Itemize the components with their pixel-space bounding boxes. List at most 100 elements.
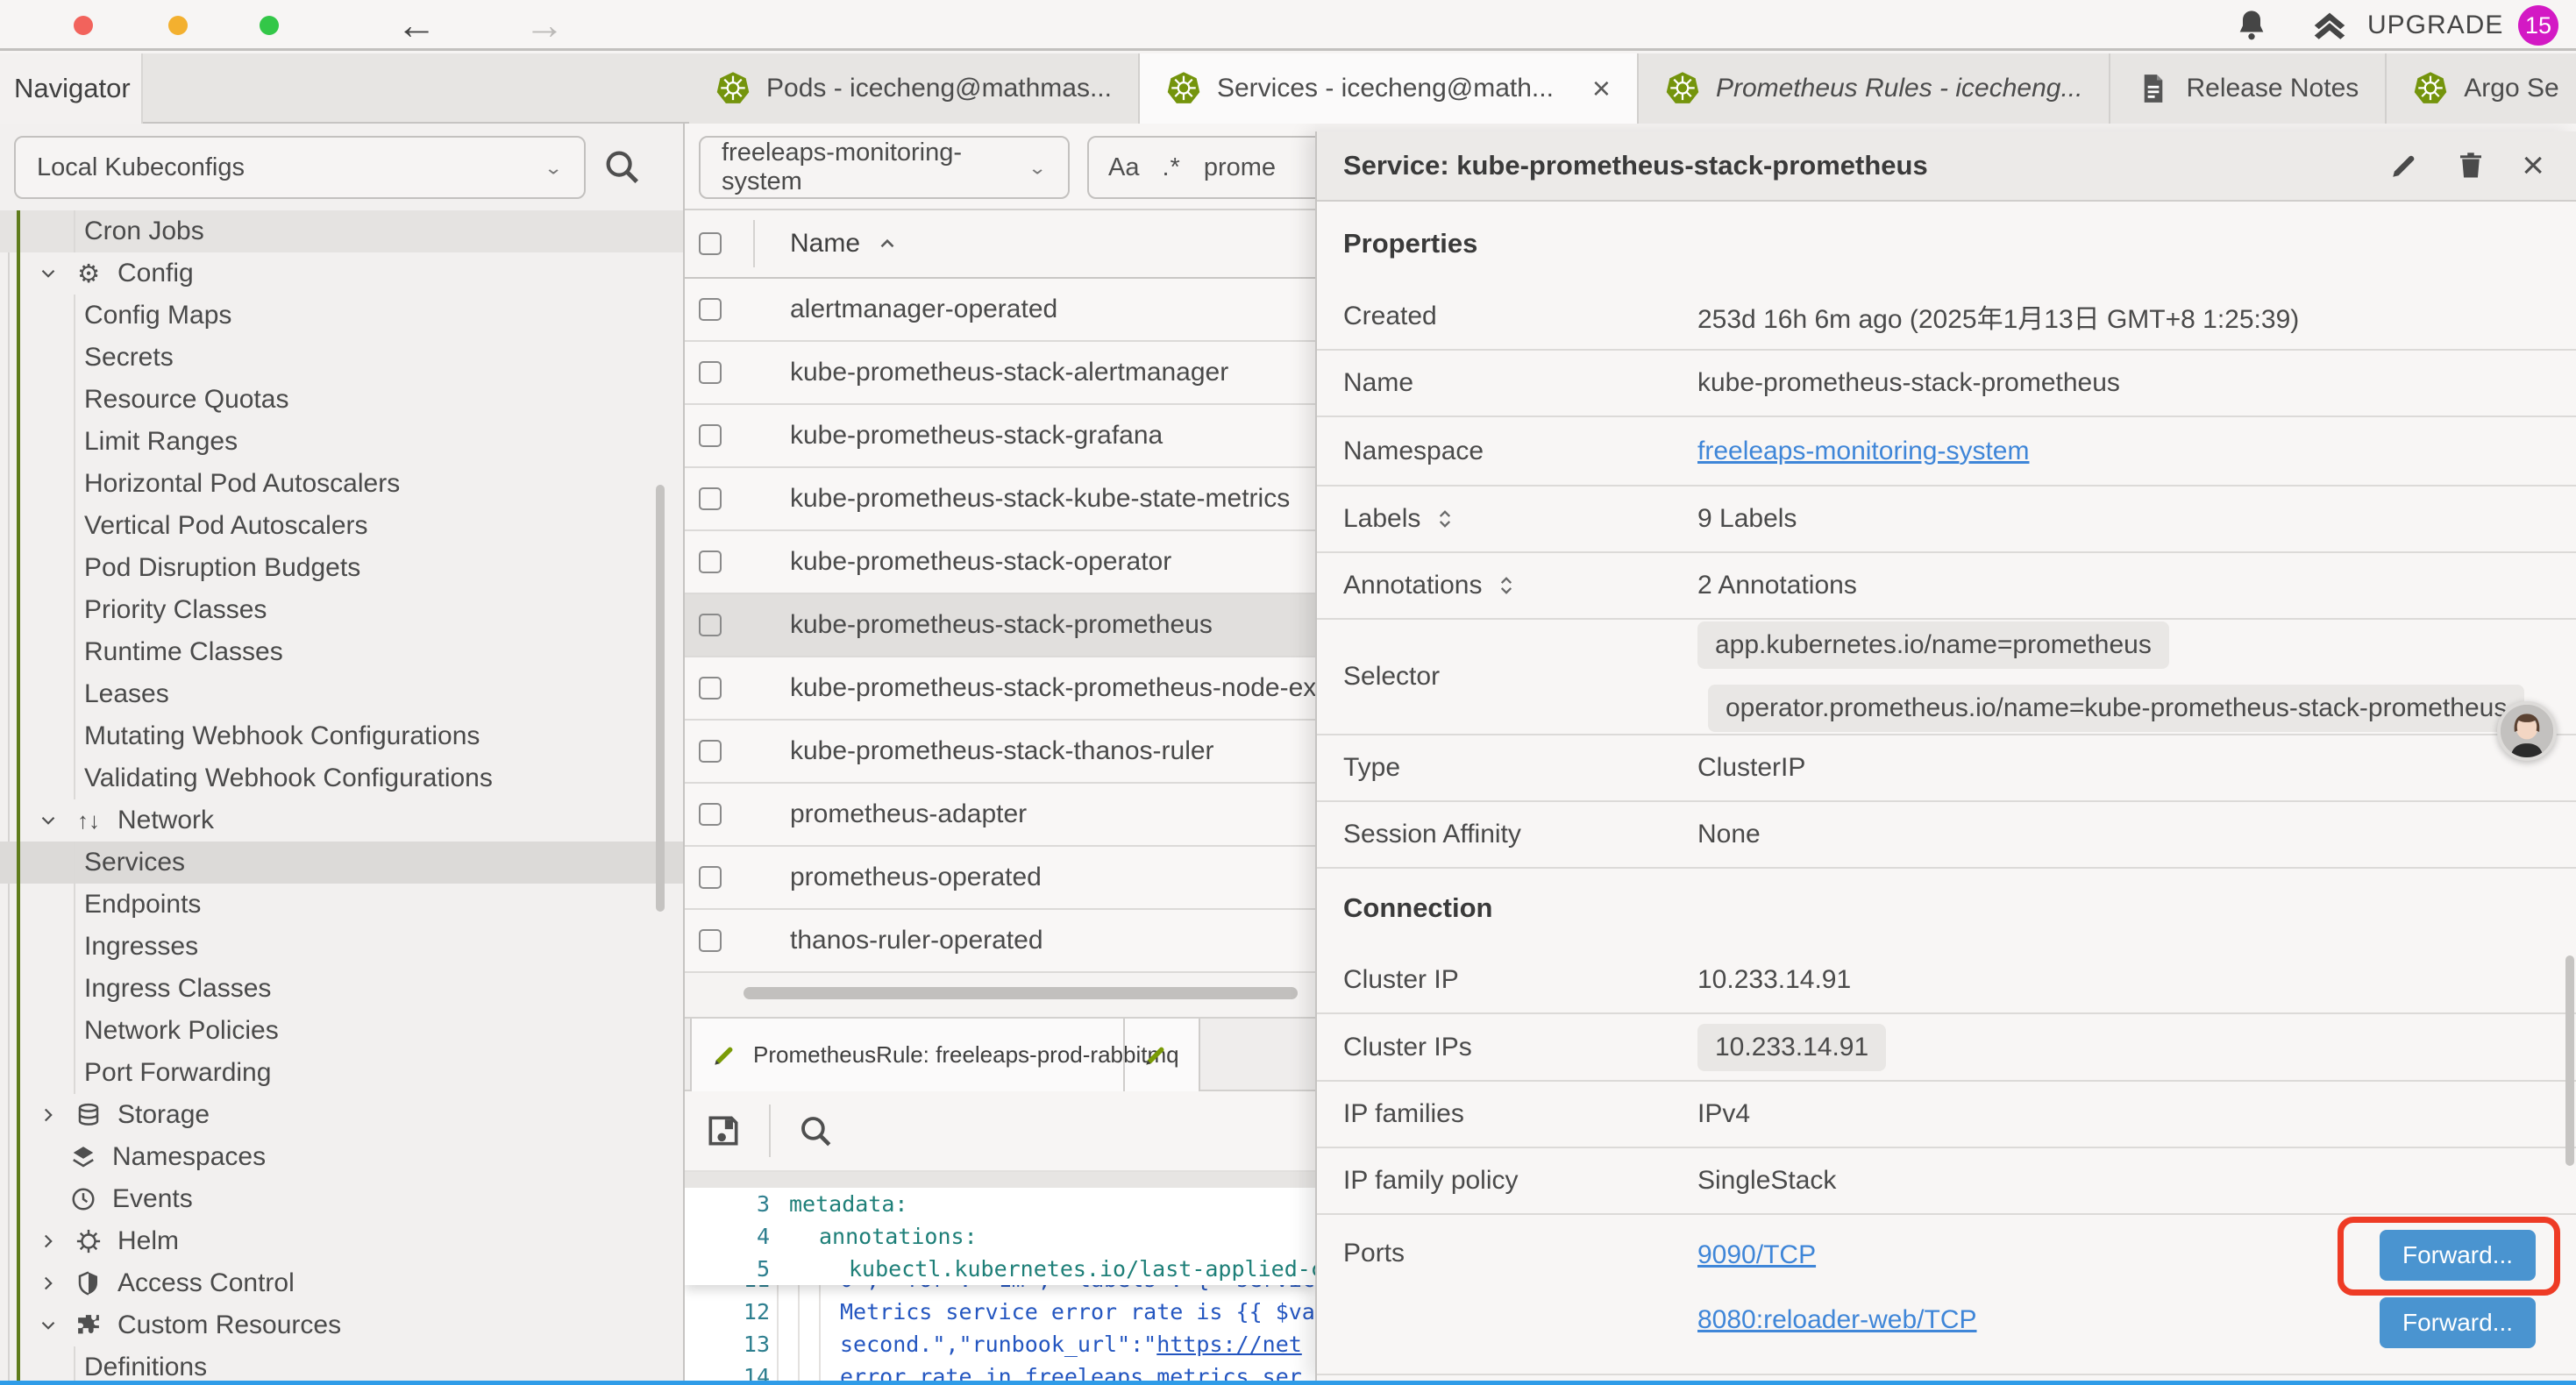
sidebar-item-horizontal-pod-autoscalers[interactable]: Horizontal Pod Autoscalers	[0, 463, 683, 505]
avatar[interactable]	[2497, 701, 2557, 761]
namespace-filter-select[interactable]: freeleaps-monitoring-system ⌄	[699, 136, 1070, 199]
sidebar-item-endpoints[interactable]: Endpoints	[0, 884, 683, 926]
sidebar-item-pod-disruption-budgets[interactable]: Pod Disruption Budgets	[0, 547, 683, 589]
row-checkbox[interactable]	[699, 487, 722, 510]
sidebar-item-network-policies[interactable]: Network Policies	[0, 1010, 683, 1052]
tab-pods-icecheng-mathmas[interactable]: Pods - icecheng@mathmas...	[689, 53, 1140, 124]
sort-ascending-icon[interactable]	[876, 232, 899, 255]
sidebar-search-icon[interactable]	[601, 146, 642, 187]
maximize-window-button[interactable]	[260, 16, 279, 35]
sidebar-item-leases[interactable]: Leases	[0, 673, 683, 715]
chevron-down-icon[interactable]	[37, 1314, 60, 1337]
sidebar-item-definitions[interactable]: Definitions	[0, 1346, 683, 1385]
sidebar-item-resource-quotas[interactable]: Resource Quotas	[0, 379, 683, 421]
list-search-box[interactable]: Aa .* prome	[1087, 136, 1315, 199]
editor-search-icon[interactable]	[797, 1112, 834, 1149]
horizontal-scrollbar[interactable]	[744, 987, 1298, 999]
save-icon[interactable]	[704, 1112, 743, 1150]
sidebar-item-ingresses[interactable]: Ingresses	[0, 926, 683, 968]
sidebar-item-secrets[interactable]: Secrets	[0, 337, 683, 379]
table-row-kube-prometheus-stack-operator[interactable]: kube-prometheus-stack-operator	[685, 531, 1315, 594]
table-row-kube-prometheus-stack-grafana[interactable]: kube-prometheus-stack-grafana	[685, 405, 1315, 468]
regex-toggle[interactable]: .*	[1162, 153, 1180, 182]
delete-trash-icon[interactable]	[2455, 150, 2487, 181]
tab-prometheus-rules-icecheng[interactable]: Prometheus Rules - icecheng...	[1639, 53, 2111, 124]
table-row-alertmanager-operated[interactable]: alertmanager-operated	[685, 279, 1315, 342]
table-row-kube-prometheus-stack-alertmanager[interactable]: kube-prometheus-stack-alertmanager	[685, 342, 1315, 405]
sidebar-item-runtime-classes[interactable]: Runtime Classes	[0, 631, 683, 673]
navigator-panel-tab[interactable]: Navigator	[0, 53, 143, 124]
sidebar-scrollbar[interactable]	[656, 485, 665, 912]
sidebar-item-label: Validating Webhook Configurations	[84, 764, 493, 793]
sidebar-item-helm[interactable]: Helm	[0, 1220, 683, 1262]
chevron-down-icon[interactable]	[37, 809, 60, 832]
notification-count-badge[interactable]: 15	[2518, 5, 2558, 46]
table-row-kube-prometheus-stack-prometheus-node-expor[interactable]: kube-prometheus-stack-prometheus-node-ex…	[685, 657, 1315, 721]
sidebar-item-storage[interactable]: Storage	[0, 1094, 683, 1136]
sidebar-item-validating-webhook-configurations[interactable]: Validating Webhook Configurations	[0, 757, 683, 799]
editor-tab-partial[interactable]	[1123, 1019, 1315, 1091]
sidebar-item-access-control[interactable]: Access Control	[0, 1262, 683, 1304]
forward-button-2[interactable]: Forward...	[2380, 1297, 2536, 1348]
sidebar-item-services[interactable]: Services	[0, 842, 683, 884]
sidebar-item-port-forwarding[interactable]: Port Forwarding	[0, 1052, 683, 1094]
tab-release-notes[interactable]: Release Notes	[2110, 53, 2387, 124]
chevron-right-icon[interactable]	[37, 1230, 60, 1253]
row-checkbox[interactable]	[699, 929, 722, 952]
case-sensitive-toggle[interactable]: Aa	[1108, 153, 1139, 182]
name-column-header[interactable]: Name	[790, 229, 899, 259]
table-row-prometheus-operated[interactable]: prometheus-operated	[685, 847, 1315, 910]
sidebar-item-namespaces[interactable]: Namespaces	[0, 1136, 683, 1178]
close-tab-icon[interactable]: ×	[1592, 70, 1611, 107]
chevron-right-icon[interactable]	[37, 1272, 60, 1295]
close-icon[interactable]: ×	[2522, 150, 2544, 181]
notifications-bell-icon[interactable]	[2234, 8, 2269, 43]
row-checkbox[interactable]	[699, 361, 722, 384]
port-link-9090-tcp[interactable]: 9090/TCP	[1697, 1239, 1816, 1271]
sort-updown-icon[interactable]	[1433, 507, 1457, 531]
sort-updown-icon[interactable]	[1494, 573, 1519, 598]
edit-pencil-icon[interactable]	[2388, 150, 2420, 181]
chevron-down-icon[interactable]	[37, 262, 60, 285]
sidebar-item-cron-jobs[interactable]: Cron Jobs	[0, 210, 683, 252]
row-checkbox[interactable]	[699, 866, 722, 889]
yaml-editor[interactable]: 110", "for": "1m", "labels": { "service"…	[685, 1188, 1315, 1381]
sidebar-item-custom-resources[interactable]: Custom Resources	[0, 1304, 683, 1346]
port-link-8080-reloader-web-tcp[interactable]: 8080:reloader-web/TCP	[1697, 1303, 1977, 1336]
row-checkbox[interactable]	[699, 424, 722, 447]
chevron-right-icon[interactable]	[37, 1104, 60, 1126]
sidebar-item-config-maps[interactable]: Config Maps	[0, 295, 683, 337]
minimize-window-button[interactable]	[168, 16, 188, 35]
table-row-kube-prometheus-stack-kube-state-metrics[interactable]: kube-prometheus-stack-kube-state-metrics	[685, 468, 1315, 531]
namespace-link[interactable]: freeleaps-monitoring-system	[1697, 437, 2029, 466]
row-checkbox[interactable]	[699, 803, 722, 826]
table-row-kube-prometheus-stack-thanos-ruler[interactable]: kube-prometheus-stack-thanos-ruler	[685, 721, 1315, 784]
search-input[interactable]: prome	[1204, 153, 1276, 182]
sidebar-item-ingress-classes[interactable]: Ingress Classes	[0, 968, 683, 1010]
sidebar-item-events[interactable]: Events	[0, 1178, 683, 1220]
sidebar-item-config[interactable]: ⚙Config	[0, 252, 683, 295]
table-row-prometheus-adapter[interactable]: prometheus-adapter	[685, 784, 1315, 847]
close-window-button[interactable]	[74, 16, 93, 35]
upgrade-chevrons-icon[interactable]	[2309, 6, 2350, 46]
table-row-thanos-ruler-operated[interactable]: thanos-ruler-operated	[685, 910, 1315, 973]
detail-scrollbar[interactable]	[2565, 955, 2574, 1166]
sidebar-item-mutating-webhook-configurations[interactable]: Mutating Webhook Configurations	[0, 715, 683, 757]
sidebar-item-priority-classes[interactable]: Priority Classes	[0, 589, 683, 631]
back-arrow-icon[interactable]: ←	[396, 0, 437, 50]
kubeconfig-selector[interactable]: Local Kubeconfigs ⌄	[14, 136, 586, 199]
row-checkbox[interactable]	[699, 740, 722, 763]
row-checkbox[interactable]	[699, 677, 722, 700]
tab-argo-se[interactable]: Argo Se	[2387, 53, 2576, 124]
sidebar-item-vertical-pod-autoscalers[interactable]: Vertical Pod Autoscalers	[0, 505, 683, 547]
tab-services-icecheng-math[interactable]: Services - icecheng@math...×	[1140, 53, 1639, 124]
sidebar-item-network[interactable]: ↑↓Network	[0, 799, 683, 842]
table-row-kube-prometheus-stack-prometheus[interactable]: kube-prometheus-stack-prometheus	[685, 594, 1315, 657]
select-all-checkbox[interactable]	[699, 232, 722, 255]
row-checkbox[interactable]	[699, 298, 722, 321]
row-checkbox[interactable]	[699, 614, 722, 636]
forward-arrow-icon[interactable]: →	[524, 0, 565, 50]
sidebar-item-limit-ranges[interactable]: Limit Ranges	[0, 421, 683, 463]
upgrade-label[interactable]: UPGRADE	[2367, 0, 2503, 51]
row-checkbox[interactable]	[699, 550, 722, 573]
